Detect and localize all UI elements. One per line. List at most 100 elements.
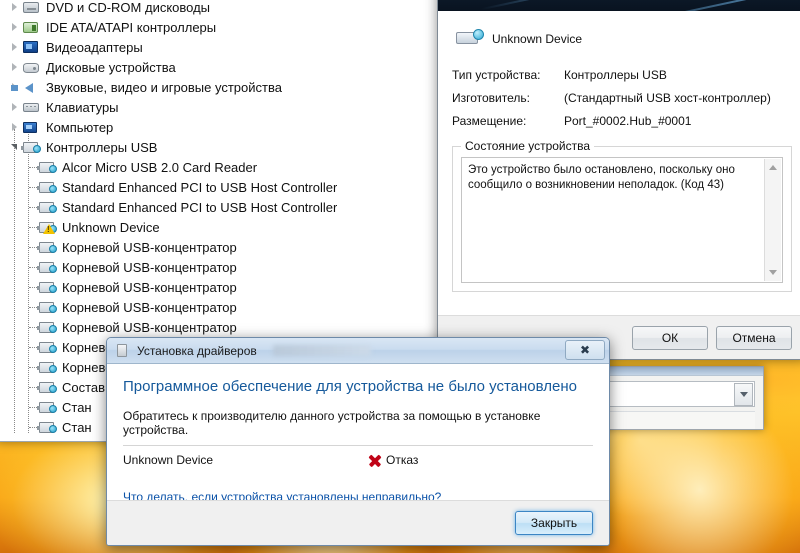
device-tree-item[interactable]: Видеоадаптеры bbox=[0, 37, 467, 57]
tree-branch-line bbox=[29, 307, 37, 308]
device-tree-item-label: Unknown Device bbox=[62, 219, 160, 235]
close-icon[interactable]: ✖ bbox=[565, 340, 605, 360]
device-tree-item[interactable]: Корневой USB-концентратор bbox=[0, 297, 467, 317]
tree-branch-line bbox=[29, 287, 37, 288]
properties-titlebar[interactable] bbox=[438, 0, 800, 11]
driver-result-device-name: Unknown Device bbox=[123, 453, 214, 467]
usb-device-icon bbox=[37, 439, 57, 441]
device-tree-item[interactable]: Звуковые, видео и игровые устройства bbox=[0, 77, 467, 97]
device-tree-item-label: Корневой USB-концентратор bbox=[62, 279, 237, 295]
driver-installation-dialog[interactable]: Установка драйверов ✖ Программное обеспе… bbox=[106, 337, 610, 546]
property-label: Тип устройства: bbox=[452, 67, 541, 82]
device-status-group-label: Состояние устройства bbox=[461, 139, 595, 153]
device-tree-item[interactable]: Клавиатуры bbox=[0, 97, 467, 117]
device-tree-item[interactable]: Корневой USB-концентратор bbox=[0, 257, 467, 277]
device-tree-item[interactable]: Корневой USB-концентратор bbox=[0, 317, 467, 337]
disk-drive-icon bbox=[21, 59, 41, 75]
chevron-right-icon[interactable] bbox=[7, 117, 21, 137]
chevron-down-icon[interactable] bbox=[7, 137, 21, 157]
device-tree-item[interactable]: Standard Enhanced PCI to USB Host Contro… bbox=[0, 197, 467, 217]
tree-branch-line bbox=[29, 247, 37, 248]
usb-device-icon bbox=[37, 419, 57, 435]
driver-result-status: Отказ bbox=[367, 453, 418, 468]
device-properties-window[interactable]: Unknown Device Тип устройства: Контролле… bbox=[437, 0, 800, 360]
device-status-group: Состояние устройства Это устройство было… bbox=[452, 139, 792, 292]
usb-device-icon bbox=[37, 319, 57, 335]
scroll-down-arrow-icon[interactable] bbox=[769, 270, 777, 275]
close-button[interactable]: Закрыть bbox=[515, 511, 593, 535]
property-row: Тип устройства: Контроллеры USB bbox=[452, 63, 792, 86]
tree-branch-line bbox=[29, 207, 37, 208]
property-value: (Стандартный USB хост-контроллер) bbox=[564, 90, 771, 105]
usb-device-icon bbox=[37, 219, 57, 235]
property-label: Изготовитель: bbox=[452, 90, 530, 105]
properties-fields: Тип устройства: Контроллеры USB Изготови… bbox=[452, 63, 792, 132]
usb-device-icon bbox=[37, 399, 57, 415]
usb-device-icon bbox=[452, 28, 484, 50]
usb-device-icon bbox=[37, 159, 57, 175]
device-tree-item-label: Корневой USB-концентратор bbox=[62, 239, 237, 255]
device-tree-item-label: Стан bbox=[62, 419, 92, 435]
properties-device-name: Unknown Device bbox=[492, 32, 583, 46]
driver-result-status-label: Отказ bbox=[386, 453, 419, 467]
chevron-right-icon[interactable] bbox=[7, 17, 21, 37]
device-tree-item-label: Standard Enhanced PCI to USB Host Contro… bbox=[62, 199, 338, 215]
device-tree-item-label: Видеоадаптеры bbox=[46, 39, 143, 55]
chevron-right-icon[interactable] bbox=[7, 97, 21, 117]
device-tree-item-label: Стан bbox=[62, 440, 92, 442]
device-tree-item[interactable]: Корневой USB-концентратор bbox=[0, 277, 467, 297]
device-tree-item[interactable]: Standard Enhanced PCI to USB Host Contro… bbox=[0, 177, 467, 197]
device-tree-item[interactable]: Контроллеры USB bbox=[0, 137, 467, 157]
device-tree-item[interactable]: Alcor Micro USB 2.0 Card Reader bbox=[0, 157, 467, 177]
tree-branch-line bbox=[29, 347, 37, 348]
device-tree-item[interactable]: Корневой USB-концентратор bbox=[0, 237, 467, 257]
usb-device-icon bbox=[37, 379, 57, 395]
device-tree-item-label: Компьютер bbox=[46, 119, 114, 135]
usb-controller-icon bbox=[21, 139, 41, 155]
device-tree-item[interactable]: Дисковые устройства bbox=[0, 57, 467, 77]
device-tree-item[interactable]: Unknown Device bbox=[0, 217, 467, 237]
property-label: Размещение: bbox=[452, 113, 527, 128]
display-adapter-icon bbox=[21, 39, 41, 55]
chevron-down-icon[interactable] bbox=[734, 383, 753, 406]
device-status-textbox[interactable]: Это устройство было остановлено, посколь… bbox=[461, 157, 783, 283]
device-tree-item-label: Alcor Micro USB 2.0 Card Reader bbox=[62, 159, 258, 175]
device-tree-item[interactable]: IDE ATA/ATAPI контроллеры bbox=[0, 17, 467, 37]
sound-device-icon bbox=[11, 79, 41, 95]
error-x-icon bbox=[367, 453, 382, 468]
device-tree-item-label: DVD и CD-ROM дисководы bbox=[46, 0, 211, 15]
device-tree-item[interactable]: DVD и CD-ROM дисководы bbox=[0, 0, 467, 17]
device-tree-item-label: Звуковые, видео и игровые устройства bbox=[46, 79, 282, 95]
driver-result-row: Unknown Device Отказ bbox=[123, 446, 593, 474]
dialog-subline: Обратитесь к производителю данного устро… bbox=[123, 409, 541, 437]
blurred-title-region bbox=[272, 345, 371, 356]
device-tree-item-label: Клавиатуры bbox=[46, 99, 119, 115]
tree-branch-line bbox=[29, 367, 37, 368]
property-value: Контроллеры USB bbox=[564, 67, 667, 82]
device-tree-item[interactable]: Компьютер bbox=[0, 117, 467, 137]
property-value: Port_#0002.Hub_#0001 bbox=[564, 113, 692, 128]
property-row: Размещение: Port_#0002.Hub_#0001 bbox=[452, 109, 792, 132]
device-tree-item-label: Дисковые устройства bbox=[46, 59, 176, 75]
computer-icon bbox=[21, 119, 41, 135]
chevron-right-icon[interactable] bbox=[7, 57, 21, 77]
status-scrollbar[interactable] bbox=[764, 159, 781, 281]
dialog-body: Программное обеспечение для устройства н… bbox=[107, 364, 609, 504]
properties-device-header: Unknown Device bbox=[452, 21, 792, 57]
dialog-titlebar[interactable]: Установка драйверов ✖ bbox=[107, 338, 609, 364]
scroll-up-arrow-icon[interactable] bbox=[769, 165, 777, 170]
dialog-headline: Программное обеспечение для устройства н… bbox=[123, 378, 577, 395]
usb-device-icon bbox=[37, 239, 57, 255]
tree-branch-line bbox=[29, 327, 37, 328]
tree-branch-line bbox=[29, 387, 37, 388]
chevron-right-icon[interactable] bbox=[7, 0, 21, 17]
tree-branch-line bbox=[29, 187, 37, 188]
dialog-footer: Закрыть bbox=[107, 500, 609, 545]
ide-controller-icon bbox=[21, 19, 41, 35]
ok-button[interactable]: ОК bbox=[632, 325, 708, 350]
cancel-button[interactable]: Отмена bbox=[716, 325, 792, 350]
device-tree-item-label: Корневой USB-концентратор bbox=[62, 319, 237, 335]
chevron-right-icon[interactable] bbox=[7, 37, 21, 57]
usb-device-icon bbox=[37, 359, 57, 375]
tree-branch-line bbox=[29, 267, 37, 268]
